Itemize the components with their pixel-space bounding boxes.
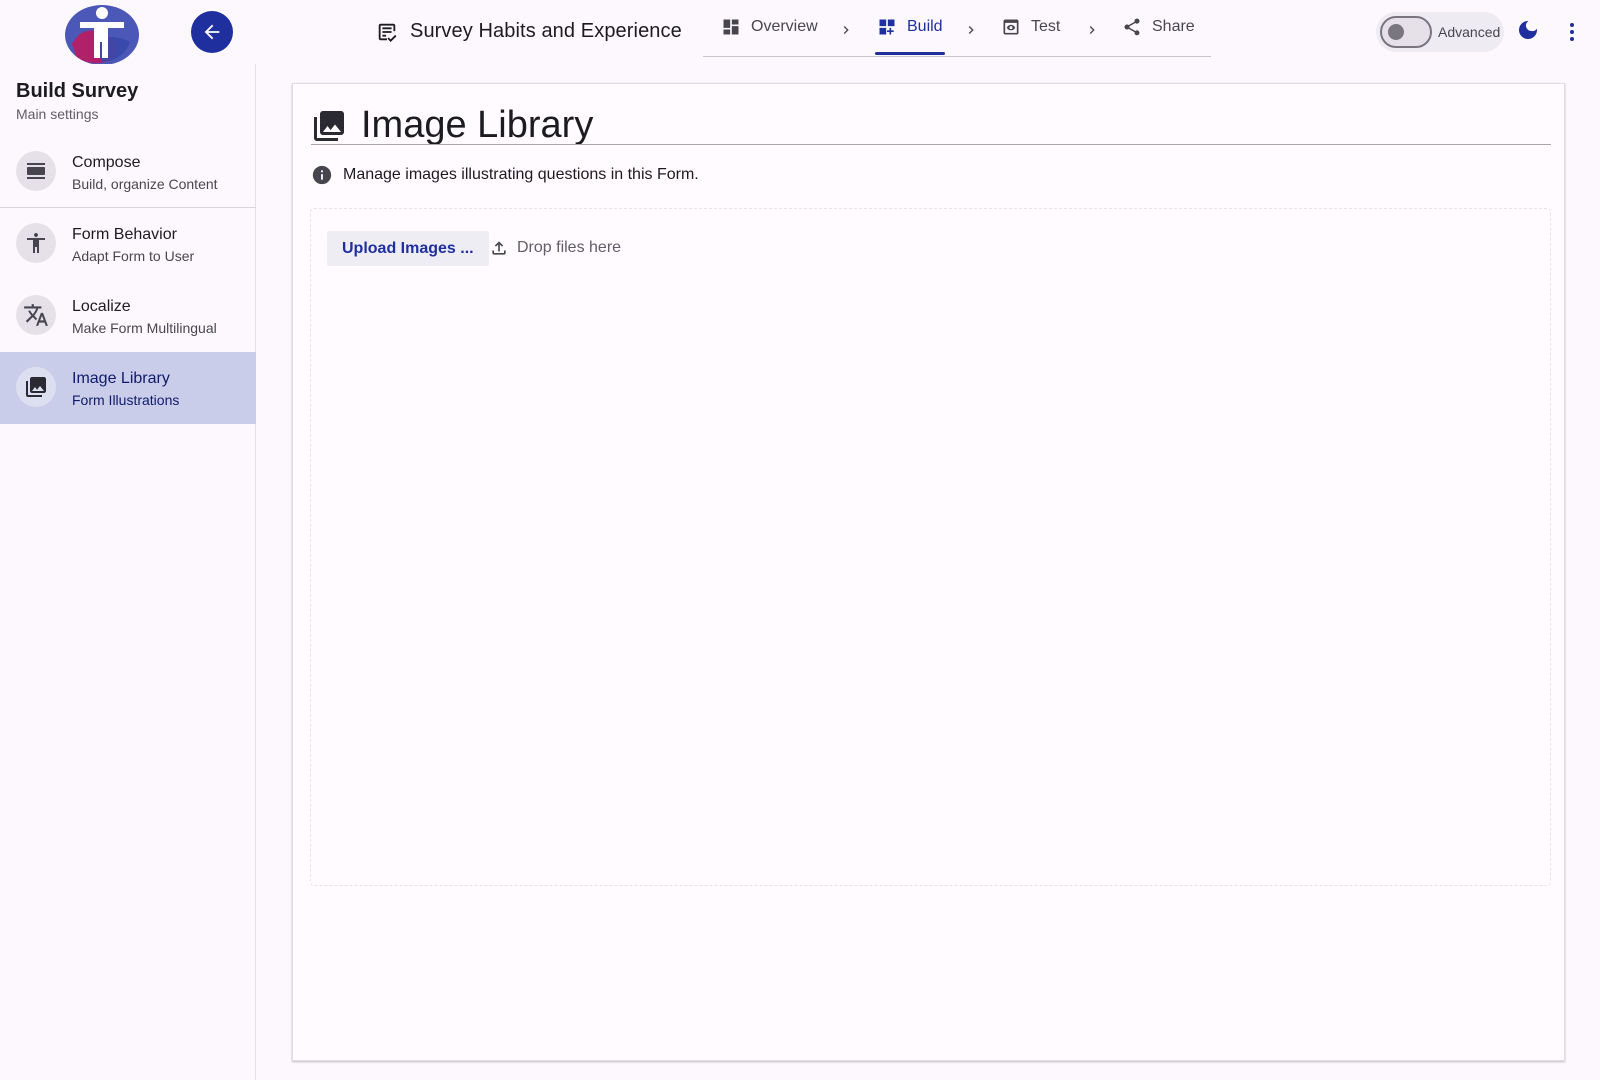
survey-title: Survey Habits and Experience <box>410 20 682 42</box>
photo-library-icon <box>314 110 344 141</box>
switch-knob <box>1388 24 1404 40</box>
sidebar-item-description: Form Illustrations <box>72 392 180 408</box>
advanced-switch[interactable] <box>1380 16 1432 48</box>
sidebar-title: Build Survey <box>16 80 139 102</box>
image-library-panel: Image Library Manage images illustrating… <box>292 83 1565 1061</box>
dark-mode-icon[interactable] <box>1516 18 1540 42</box>
sidebar-item-compose[interactable]: Compose Build, organize Content <box>0 136 256 208</box>
advanced-label: Advanced <box>1438 24 1501 40</box>
tab-build[interactable]: Build <box>877 17 943 37</box>
survey-title-group: Survey Habits and Experience <box>376 20 682 43</box>
tab-share-label: Share <box>1152 18 1195 35</box>
chevron-right-icon <box>1089 26 1095 34</box>
dashboard-add-icon <box>879 19 895 35</box>
tab-test[interactable]: Test <box>1001 17 1060 37</box>
sidebar-item-localize[interactable]: Localize Make Form Multilingual <box>0 280 256 352</box>
top-bar: Survey Habits and Experience Overview Bu… <box>0 0 1600 65</box>
tab-overview-label: Overview <box>751 18 818 35</box>
sidebar-item-label: Image Library <box>72 370 170 387</box>
sidebar-item-description: Make Form Multilingual <box>72 320 217 336</box>
more-vert-icon[interactable] <box>1562 20 1582 44</box>
compose-icon <box>16 151 56 191</box>
survey-icon <box>378 23 397 42</box>
drop-hint: Drop files here <box>489 238 621 258</box>
panel-header: Image Library <box>311 104 593 147</box>
file-dropzone[interactable]: Upload Images ... Drop files here <box>310 208 1551 886</box>
chevron-right-icon <box>968 26 974 34</box>
tab-build-label: Build <box>907 18 943 35</box>
tab-overview[interactable]: Overview <box>721 17 818 37</box>
dashboard-icon <box>723 19 739 35</box>
photo-library-icon <box>16 367 56 407</box>
info-icon <box>312 165 332 185</box>
sidebar-subtitle: Main settings <box>16 106 99 122</box>
sidebar-item-image-library[interactable]: Image Library Form Illustrations <box>0 352 256 424</box>
app-logo[interactable] <box>64 2 140 65</box>
sidebar-item-label: Localize <box>72 298 131 315</box>
sidebar-item-form-behavior[interactable]: Form Behavior Adapt Form to User <box>0 208 256 280</box>
sidebar-item-description: Build, organize Content <box>72 176 218 192</box>
sidebar-item-label: Compose <box>72 154 141 171</box>
page-title: Image Library <box>361 104 594 146</box>
title-divider <box>311 144 1551 145</box>
sidebar-item-label: Form Behavior <box>72 226 177 243</box>
info-text: Manage images illustrating questions in … <box>343 166 699 183</box>
upload-icon <box>492 241 506 255</box>
tab-share[interactable]: Share <box>1122 17 1195 37</box>
share-icon <box>1124 18 1140 36</box>
sidebar-item-description: Adapt Form to User <box>72 248 195 264</box>
accessibility-icon <box>16 223 56 263</box>
chevron-right-icon <box>843 26 849 34</box>
sidebar: Build Survey Main settings Compose Build… <box>0 64 256 1080</box>
drop-hint-text: Drop files here <box>517 239 622 256</box>
advanced-toggle[interactable]: Advanced <box>1376 12 1504 52</box>
preview-icon <box>1003 19 1019 35</box>
back-button[interactable] <box>191 11 233 53</box>
tab-test-label: Test <box>1031 18 1061 35</box>
translate-icon <box>16 295 56 335</box>
active-tab-indicator <box>875 52 945 55</box>
upload-images-button[interactable]: Upload Images ... <box>327 231 489 266</box>
info-row: Manage images illustrating questions in … <box>311 164 699 186</box>
arrow-left-icon <box>204 24 220 40</box>
